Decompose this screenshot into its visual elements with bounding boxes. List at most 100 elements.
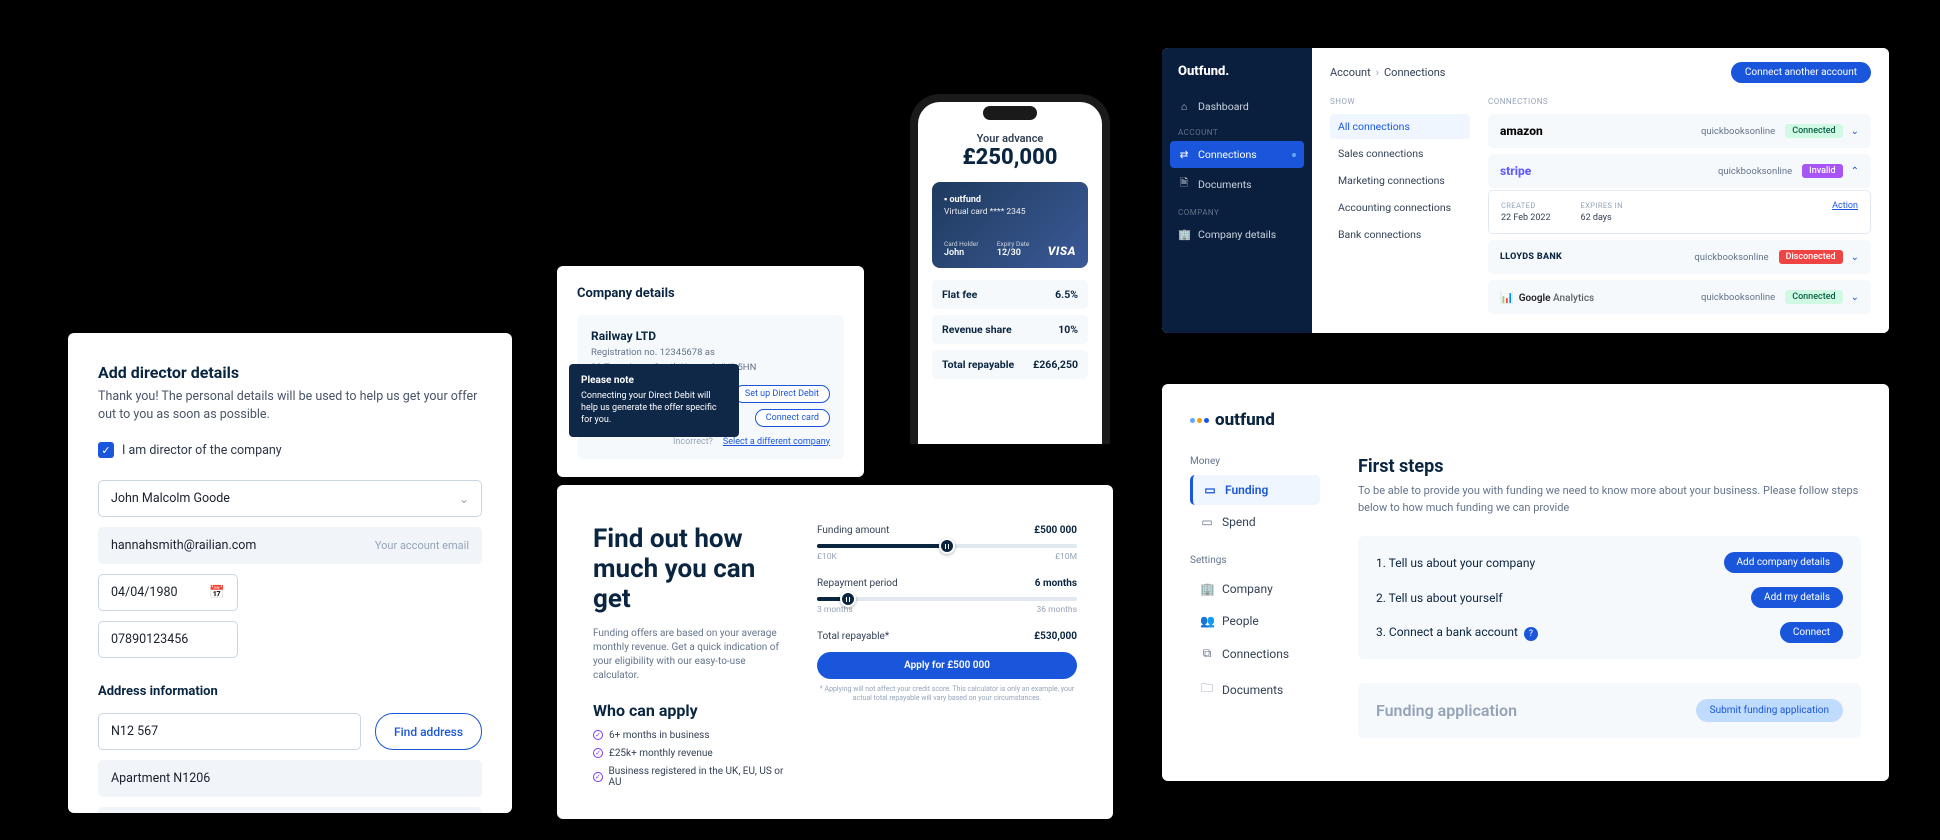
card-expiry: 12/30 (997, 248, 1029, 258)
nav-company-details[interactable]: 🏢Company details (1162, 221, 1312, 248)
steps-card: 1. Tell us about your company Add compan… (1358, 536, 1861, 659)
incorrect-label: Incorrect? (673, 437, 713, 447)
nav-documents[interactable]: 🗀Documents (1190, 671, 1320, 708)
company-card: Railway LTD Registration no. 12345678 as… (577, 315, 844, 459)
link-icon: ⧉ (1200, 646, 1214, 661)
expires-in: 62 days (1581, 213, 1623, 223)
criterion-2: ✓£25k+ monthly revenue (593, 748, 787, 759)
director-dob-field[interactable]: 04/04/1980 📅 (98, 574, 238, 611)
folder-icon: 🗀 (1200, 679, 1214, 700)
phone-mockup: Your advance £250,000 ▪ outfund Virtual … (910, 94, 1110, 444)
criterion-3: ✓Business registered in the UK, EU, US o… (593, 766, 787, 788)
analytics-icon: 📊 (1500, 291, 1514, 304)
action-link[interactable]: Action (1832, 201, 1858, 223)
connection-row-stripe[interactable]: stripe quickbooksonline Invalid ⌃ (1488, 154, 1871, 188)
dot-icon (1292, 153, 1296, 157)
chevron-down-icon: ⌄ (1851, 126, 1859, 137)
apply-button[interactable]: Apply for £500 000 (817, 652, 1077, 679)
first-steps-title: First steps (1358, 456, 1861, 477)
funding-application-title: Funding application (1376, 701, 1517, 720)
company-name: Railway LTD (591, 329, 830, 343)
filter-all[interactable]: All connections (1330, 114, 1470, 139)
add-my-details-button[interactable]: Add my details (1751, 587, 1843, 608)
repayment-period-slider[interactable]: Repayment period6 months 3 months36 mont… (817, 578, 1077, 615)
postcode-field[interactable]: N12 567 (98, 713, 361, 750)
add-company-details-button[interactable]: Add company details (1724, 552, 1843, 573)
disclaimer: * Applying will not affect your credit s… (817, 685, 1077, 703)
company-details-panel: Company details Railway LTD Registration… (557, 266, 864, 477)
nav-spend[interactable]: ▭Spend (1190, 507, 1320, 537)
step-2: 2. Tell us about yourself Add my details (1376, 587, 1843, 608)
card-holder: John (944, 248, 978, 258)
people-icon: 👥 (1200, 614, 1214, 628)
submit-funding-button[interactable]: Submit funding application (1696, 699, 1843, 722)
nav-connections[interactable]: ⧉Connections (1190, 638, 1320, 669)
visa-logo: VISA (1048, 244, 1076, 258)
find-address-button[interactable]: Find address (375, 713, 482, 750)
connections-panel: Outfund. ⌂Dashboard ACCOUNT ⇄Connections… (1162, 48, 1889, 333)
breadcrumb: Account›Connections (1330, 66, 1446, 79)
nav-funding[interactable]: ▭Funding (1190, 475, 1320, 505)
select-different-company-link[interactable]: Select a different company (723, 437, 830, 447)
onboarding-nav: Money ▭Funding ▭Spend Settings 🏢Company … (1190, 456, 1320, 738)
show-header: SHOW (1330, 97, 1470, 106)
status-badge: Invalid (1802, 164, 1842, 178)
card-number: Virtual card **** 2345 (944, 207, 1076, 217)
total-repayable-row: Total repayable*£530,000 (817, 631, 1077, 642)
email-hint: Your account email (375, 539, 469, 552)
connect-account-button[interactable]: Connect another account (1731, 62, 1871, 83)
step-3: 3. Connect a bank account? Connect (1376, 622, 1843, 643)
filter-sales[interactable]: Sales connections (1330, 141, 1470, 166)
filter-marketing[interactable]: Marketing connections (1330, 168, 1470, 193)
director-checkbox-row[interactable]: ✓ I am director of the company (98, 442, 482, 458)
tooltip-title: Please note (581, 374, 727, 388)
director-checkbox-label: I am director of the company (122, 443, 282, 458)
connection-row-ga[interactable]: 📊Google Analytics quickbooksonline Conne… (1488, 280, 1871, 314)
filter-bank[interactable]: Bank connections (1330, 222, 1470, 247)
building-icon: 🏢 (1200, 582, 1214, 596)
funding-amount-slider[interactable]: Funding amount£500 000 £10K£10M (817, 525, 1077, 562)
director-subtitle: Thank you! The personal details will be … (98, 388, 482, 424)
nav-connections[interactable]: ⇄Connections (1170, 141, 1304, 168)
status-badge: Disconected (1779, 250, 1843, 264)
nav-people[interactable]: 👥People (1190, 606, 1320, 636)
filter-accounting[interactable]: Accounting connections (1330, 195, 1470, 220)
advance-label: Your advance (932, 132, 1088, 145)
connection-row-lloyds[interactable]: LLOYDS BANK quickbooksonline Disconected… (1488, 240, 1871, 274)
setup-direct-debit-button[interactable]: Set up Direct Debit (734, 385, 830, 403)
created-date: 22 Feb 2022 (1501, 213, 1551, 223)
fee-row-total: Total repayable£266,250 (932, 350, 1088, 379)
calendar-icon: 📅 (209, 585, 225, 600)
director-name-select[interactable]: John Malcolm Goode ⌄ (98, 480, 482, 517)
nav-dashboard[interactable]: ⌂Dashboard (1162, 93, 1312, 120)
address-line2-field[interactable]: 19 Sun Street (98, 807, 482, 813)
settings-header: Settings (1190, 555, 1320, 566)
help-icon[interactable]: ? (1524, 627, 1538, 641)
connections-sidebar: Outfund. ⌂Dashboard ACCOUNT ⇄Connections… (1162, 48, 1312, 333)
connect-card-button[interactable]: Connect card (755, 409, 830, 427)
company-heading: Company details (577, 286, 844, 301)
slider-thumb-icon (939, 538, 955, 554)
connection-row-amazon[interactable]: amazon quickbooksonline Connected ⌄ (1488, 114, 1871, 148)
nav-company[interactable]: 🏢Company (1190, 574, 1320, 604)
calc-desc: Funding offers are based on your average… (593, 627, 787, 683)
check-icon: ✓ (593, 748, 603, 758)
nav-documents[interactable]: 🗎Documents (1162, 168, 1312, 200)
step-1: 1. Tell us about your company Add compan… (1376, 552, 1843, 573)
director-name-value: John Malcolm Goode (111, 491, 230, 506)
building-icon: 🏢 (1178, 228, 1190, 241)
funding-application-card: Funding application Submit funding appli… (1358, 683, 1861, 738)
fee-row-share: Revenue share10% (932, 315, 1088, 344)
director-email-field[interactable]: hannahsmith@railian.com Your account ema… (98, 527, 482, 564)
address-line1-field[interactable]: Apartment N1206 (98, 760, 482, 797)
outfund-logo: Outfund. (1162, 64, 1312, 93)
chevron-down-icon: ⌄ (1851, 252, 1859, 263)
status-badge: Connected (1785, 124, 1842, 138)
virtual-card: ▪ outfund Virtual card **** 2345 Card Ho… (932, 182, 1088, 268)
director-title: Add director details (98, 363, 482, 382)
connect-bank-button[interactable]: Connect (1780, 622, 1843, 643)
arrows-icon: ⇄ (1178, 148, 1190, 161)
director-phone-field[interactable]: 07890123456 (98, 621, 238, 658)
connection-detail-stripe: CREATED22 Feb 2022 EXPIRES IN62 days Act… (1488, 190, 1871, 234)
director-email-value: hannahsmith@railian.com (111, 538, 256, 553)
